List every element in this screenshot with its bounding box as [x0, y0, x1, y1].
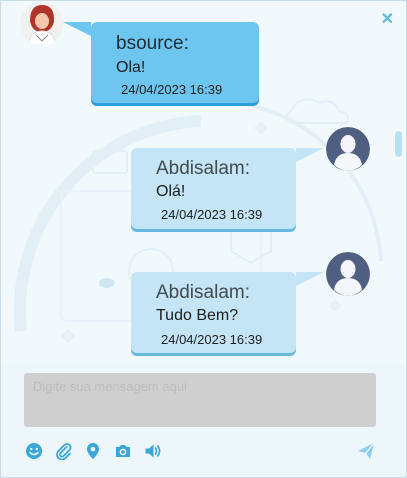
message-author: Abdisalam:	[156, 282, 250, 303]
paperclip-icon[interactable]	[54, 442, 72, 461]
message-bubble-user: Abdisalam: Olá! 24/04/2023 16:39	[131, 148, 324, 229]
bubble-tail	[296, 272, 324, 286]
user-avatar	[326, 127, 370, 171]
scrollbar-thumb[interactable]	[395, 131, 402, 157]
send-icon[interactable]	[356, 441, 376, 461]
message-text: Ola!	[116, 59, 146, 76]
bubble-tail	[63, 22, 91, 36]
message-timestamp: 24/04/2023 16:39	[161, 207, 263, 222]
message-bubble-user: Abdisalam: Tudo Bem? 24/04/2023 16:39	[131, 272, 324, 353]
close-icon[interactable]: ✕	[381, 9, 394, 29]
message-timestamp: 24/04/2023 16:39	[161, 332, 263, 347]
message-input[interactable]	[24, 373, 376, 427]
camera-icon[interactable]	[114, 442, 132, 460]
message-timestamp: 24/04/2023 16:39	[121, 82, 223, 97]
message-bubble-agent: bsource: Ola! 24/04/2023 16:39	[63, 22, 259, 103]
message-author: Abdisalam:	[156, 158, 250, 179]
location-pin-icon[interactable]	[84, 442, 102, 460]
smiley-icon[interactable]	[25, 442, 43, 460]
message-text: Tudo Bem?	[156, 307, 239, 324]
agent-avatar	[20, 1, 64, 45]
bubble-tail	[296, 148, 324, 162]
speaker-icon[interactable]	[144, 442, 162, 460]
message-author: bsource:	[116, 33, 189, 54]
user-avatar	[326, 252, 370, 296]
chat-window: ✕ bsource: Ola! 24/04/2023 16:39 Abdisal…	[0, 0, 407, 478]
message-text: Olá!	[156, 183, 186, 200]
